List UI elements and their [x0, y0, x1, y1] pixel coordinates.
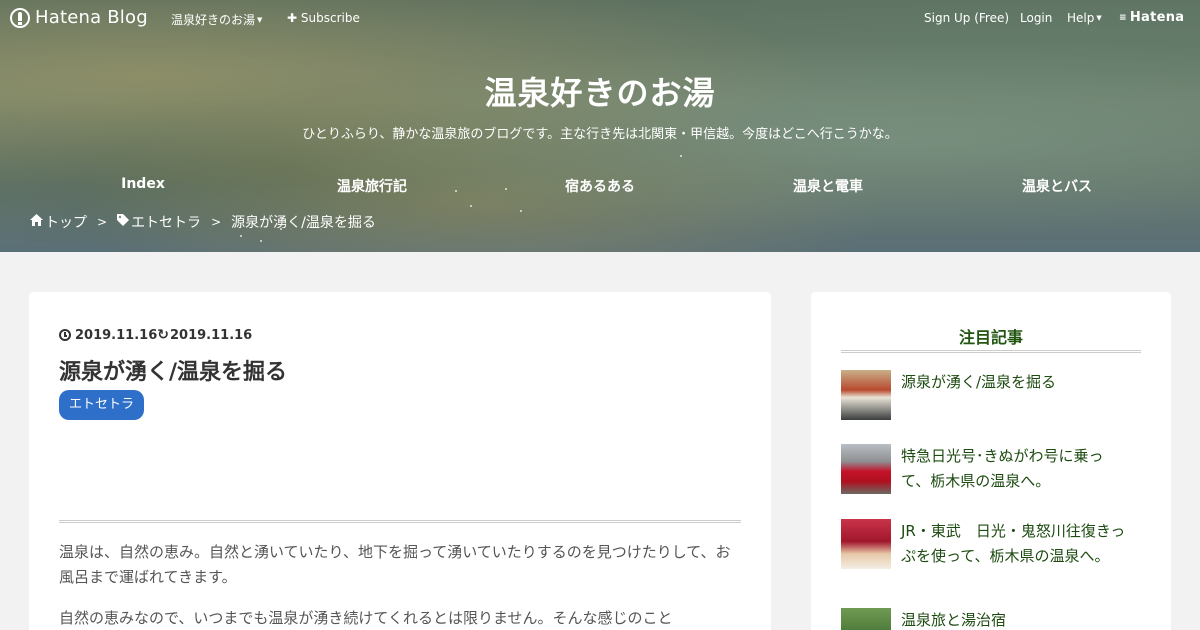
signup-link[interactable]: Sign Up (Free)	[924, 11, 1009, 25]
plus-icon: ✚	[287, 11, 298, 25]
nav-item-travel[interactable]: 温泉旅行記	[257, 176, 487, 196]
featured-article-title[interactable]: 特急日光号･きぬがわ号に乗って、栃木県の温泉へ。	[901, 444, 1131, 494]
widget-divider	[841, 350, 1141, 353]
featured-article-title[interactable]: 源泉が湧く/温泉を掘る	[901, 370, 1131, 395]
updated-icon: ↻	[157, 327, 169, 343]
widget-heading: 注目記事	[958, 328, 1023, 347]
nav-item-train[interactable]: 温泉と電車	[713, 176, 943, 196]
sparkle	[470, 205, 472, 207]
breadcrumb-current: 源泉が湧く/温泉を掘る	[231, 215, 376, 231]
featured-articles-widget: 注目記事 源泉が湧く/温泉を掘る 特急日光号･きぬがわ号に乗って、栃木県の温泉へ…	[811, 292, 1171, 630]
caret-down-icon: ▼	[1096, 14, 1102, 22]
article-thumbnail[interactable]	[841, 370, 891, 420]
subscribe-button[interactable]: ✚ Subscribe	[287, 11, 360, 25]
featured-article-title[interactable]: JR・東武 日光・鬼怒川往復きっぷを使って、栃木県の温泉へ。	[901, 519, 1131, 569]
article-thumbnail[interactable]	[841, 608, 891, 630]
article-card: 2019.11.16 ↻ 2019.11.16 源泉が湧く/温泉を掘る エトセト…	[29, 292, 771, 630]
updated-date: 2019.11.16	[169, 327, 253, 343]
hatena-logo-icon	[10, 7, 30, 28]
sparkle	[240, 235, 242, 237]
article-title[interactable]: 源泉が湧く/温泉を掘る	[59, 354, 287, 386]
hatena-blog-logo[interactable]: Hatena Blog	[10, 7, 148, 28]
breadcrumb-home[interactable]: トップ	[45, 212, 87, 232]
breadcrumb-separator: >	[97, 215, 108, 229]
article-paragraph: 自然の恵みなので、いつまでも温泉が湧き続けてくれるとは限りません。そんな感じのこ…	[59, 609, 673, 627]
clock-icon	[59, 329, 71, 341]
blog-title[interactable]: 温泉好きのお湯	[0, 68, 1200, 114]
global-nav: Index 温泉旅行記 宿あるある 温泉と電車 温泉とバス	[0, 176, 1200, 196]
nav-item-index[interactable]: Index	[28, 176, 258, 192]
breadcrumb-category[interactable]: エトセトラ	[131, 212, 201, 232]
breadcrumb-separator: >	[211, 215, 222, 229]
help-dropdown[interactable]: Help ▼	[1067, 11, 1102, 25]
global-header: Hatena Blog 温泉好きのお湯 ▼ ✚ Subscribe Sign Up…	[0, 0, 1200, 36]
category-tag[interactable]: エトセトラ	[59, 390, 145, 420]
article-thumbnail[interactable]	[841, 519, 891, 569]
caret-down-icon: ▼	[257, 16, 263, 24]
hatena-wave-icon: ≡	[1119, 13, 1127, 23]
article-paragraph: 温泉は、自然の恵み。自然と湧いていたり、地下を掘って湧いていたりするのを見つけた…	[59, 543, 731, 586]
sparkle	[680, 155, 682, 157]
post-dates: 2019.11.16 ↻ 2019.11.16	[59, 327, 252, 343]
hatena-link[interactable]: ≡ Hatena	[1119, 10, 1184, 25]
nav-item-inn[interactable]: 宿あるある	[485, 176, 715, 196]
home-icon	[30, 214, 43, 230]
published-date: 2019.11.16	[75, 327, 158, 343]
login-link[interactable]: Login	[1020, 11, 1052, 25]
tag-icon	[117, 214, 130, 230]
sparkle	[520, 210, 522, 212]
blog-menu-dropdown[interactable]: 温泉好きのお湯 ▼	[171, 11, 262, 28]
content-divider	[59, 520, 741, 523]
sparkle	[260, 240, 262, 242]
nav-item-bus[interactable]: 温泉とバス	[942, 176, 1172, 196]
breadcrumb: トップ > エトセトラ > 源泉が湧く/温泉を掘る	[30, 212, 376, 232]
blog-description: ひとりふらり、静かな温泉旅のブログです。主な行き先は北関東・甲信越。今度はどこへ…	[302, 127, 898, 142]
article-thumbnail[interactable]	[841, 444, 891, 494]
featured-article-title[interactable]: 温泉旅と湯治宿	[901, 608, 1131, 630]
